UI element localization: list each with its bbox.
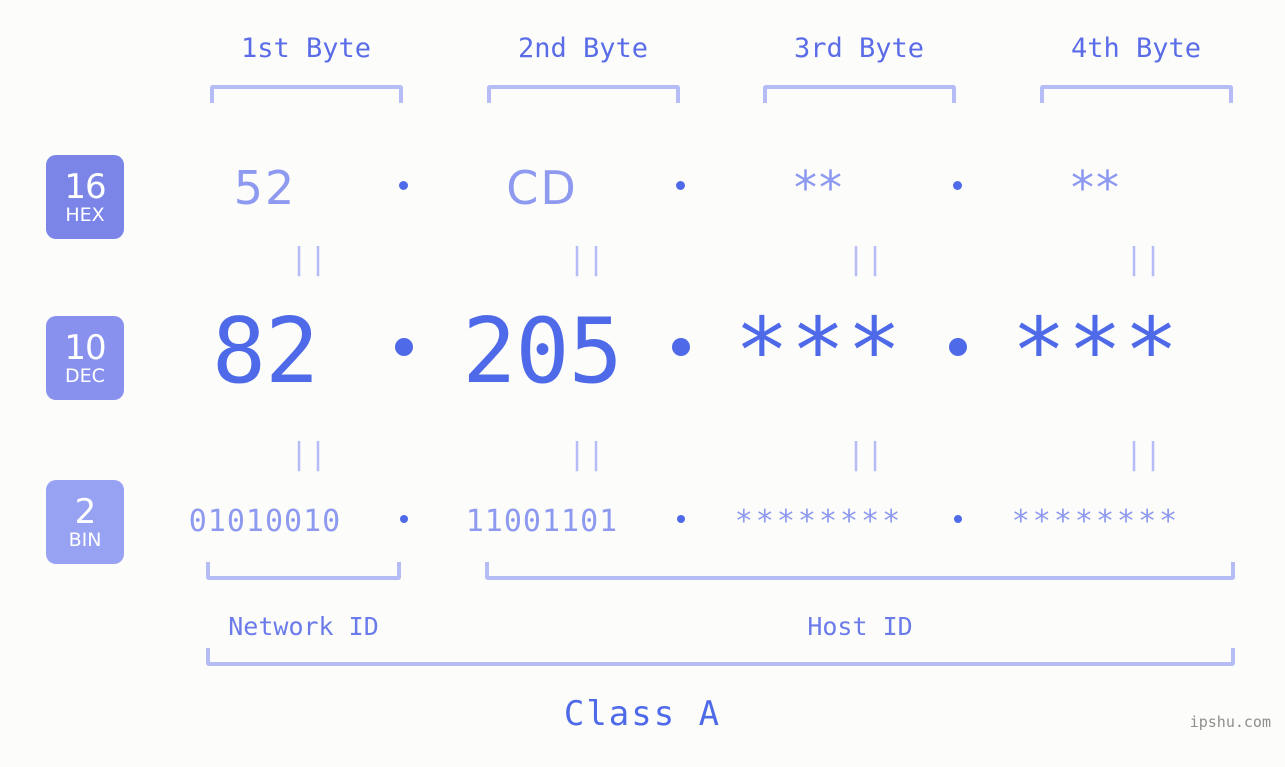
- byte-bracket-top-1: [210, 85, 403, 103]
- dot-icon: [676, 514, 685, 523]
- hex-byte-2: CD: [506, 161, 578, 215]
- dot-icon: [953, 180, 962, 190]
- dot-icon: [399, 180, 408, 190]
- byte-bracket-top-2: [487, 85, 680, 103]
- base-badge-hex: 16 HEX: [46, 155, 124, 239]
- bin-separator-2: [657, 514, 704, 528]
- dot-icon: [676, 180, 685, 190]
- network-id-label: Network ID: [228, 612, 379, 641]
- equals-connector-2-2: ||: [568, 437, 607, 472]
- dec-separator-1: [380, 338, 427, 364]
- bin-separator-1: [380, 514, 427, 528]
- base-badge-hex-number: 16: [64, 166, 106, 207]
- bin-byte-4: ********: [1011, 503, 1181, 539]
- byte-header-1: 1st Byte: [240, 33, 372, 64]
- hex-byte-1: 52: [233, 161, 297, 215]
- byte-bracket-top-3: [763, 85, 956, 103]
- dec-byte-3: ***: [734, 298, 904, 404]
- byte-header-4: 4th Byte: [1070, 33, 1202, 64]
- hex-separator-1: [380, 180, 427, 196]
- byte-bracket-top-4: [1040, 85, 1233, 103]
- equals-connector-1-2: ||: [568, 242, 607, 277]
- equals-connector-2-1: ||: [290, 437, 329, 472]
- base-badge-dec-number: 10: [64, 327, 106, 368]
- class-bracket: [206, 648, 1235, 666]
- dec-byte-1: 82: [211, 298, 319, 404]
- network-id-bracket: [206, 562, 401, 580]
- dec-separator-2: [657, 338, 704, 364]
- base-badge-bin-name: BIN: [68, 528, 102, 551]
- equals-connector-2-4: ||: [1125, 437, 1164, 472]
- dot-icon: [394, 338, 413, 356]
- bin-byte-2: 11001101: [465, 503, 619, 539]
- base-badge-dec-name: DEC: [65, 364, 105, 387]
- hex-byte-4: **: [1071, 161, 1121, 215]
- byte-header-3: 3rd Byte: [793, 33, 925, 64]
- bin-separator-3: [934, 514, 981, 528]
- site-watermark: ipshu.com: [1189, 713, 1271, 731]
- dec-separator-3: [934, 338, 981, 364]
- equals-connector-1-1: ||: [290, 242, 329, 277]
- decimal-value-row: 82 205 *** ***: [150, 296, 1260, 406]
- dec-byte-2: 205: [462, 298, 623, 404]
- bin-byte-1: 01010010: [188, 503, 342, 539]
- dec-byte-4: ***: [1011, 298, 1181, 404]
- equals-connector-1-3: ||: [847, 242, 886, 277]
- hex-value-row: 52 CD ** **: [150, 150, 1260, 226]
- binary-value-row: 01010010 11001101 ******** ********: [150, 492, 1260, 550]
- dot-icon: [671, 338, 690, 356]
- host-id-bracket: [485, 562, 1235, 580]
- dot-icon: [948, 338, 967, 356]
- host-id-label: Host ID: [807, 612, 913, 641]
- hex-separator-2: [657, 180, 704, 196]
- byte-header-2: 2nd Byte: [517, 33, 649, 64]
- hex-byte-3: **: [794, 161, 844, 215]
- dot-icon: [953, 514, 962, 523]
- equals-connector-1-4: ||: [1125, 242, 1164, 277]
- hex-separator-3: [934, 180, 981, 196]
- bin-byte-3: ********: [734, 503, 904, 539]
- ip-address-diagram: 1st Byte 2nd Byte 3rd Byte 4th Byte 16 H…: [0, 0, 1285, 767]
- equals-connector-2-3: ||: [847, 437, 886, 472]
- class-label: Class A: [563, 694, 722, 734]
- dot-icon: [399, 514, 408, 523]
- base-badge-bin-number: 2: [74, 491, 97, 532]
- base-badge-dec: 10 DEC: [46, 316, 124, 400]
- base-badge-hex-name: HEX: [65, 203, 105, 226]
- base-badge-bin: 2 BIN: [46, 480, 124, 564]
